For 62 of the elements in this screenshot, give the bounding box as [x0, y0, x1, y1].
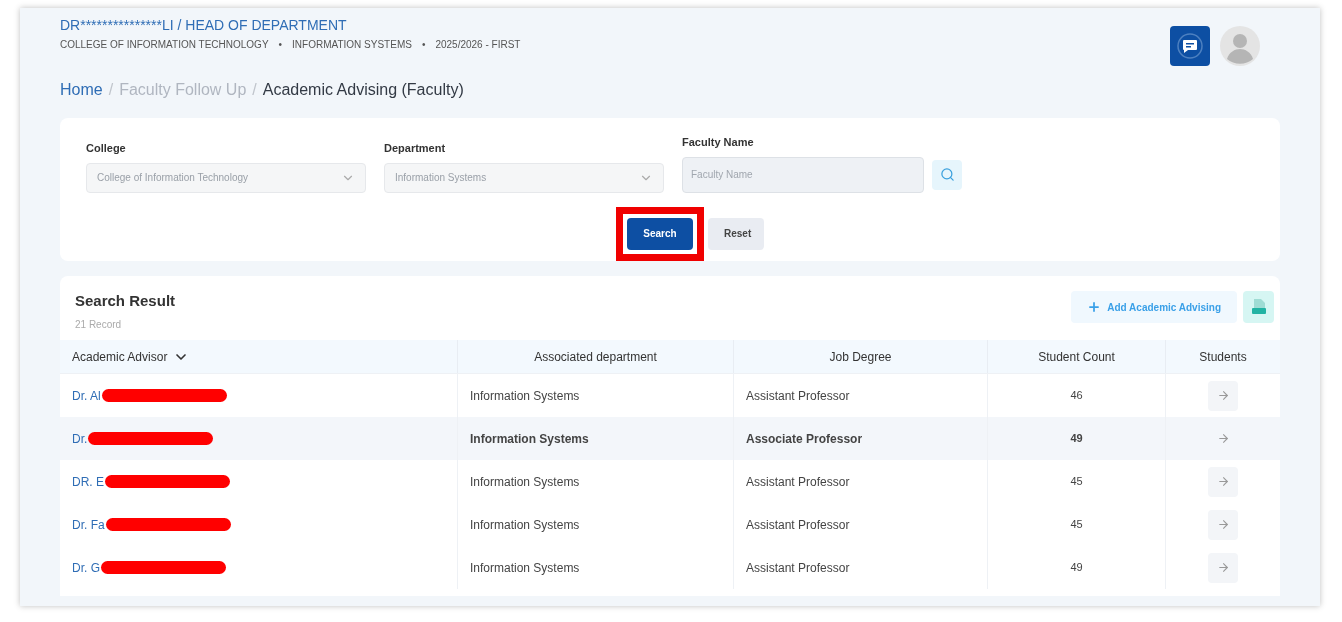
breadcrumb-separator: /	[108, 80, 114, 100]
spreadsheet-file-icon	[1251, 299, 1266, 315]
table-cell-text: Associate Professor	[746, 430, 863, 448]
chat-button[interactable]	[1170, 26, 1210, 66]
export-button[interactable]	[1243, 291, 1274, 323]
advisor-link[interactable]: Dr. Al	[72, 386, 101, 405]
arrow-right-icon	[1216, 561, 1230, 574]
separator-dot: •	[278, 38, 283, 52]
table-cell-text: Assistant Professor	[746, 559, 850, 577]
view-students-button[interactable]	[1208, 509, 1238, 540]
table-cell-text: Information Systems	[470, 473, 580, 491]
table-cell-text: 45	[1070, 474, 1083, 490]
table-cell-text: Assistant Professor	[746, 516, 850, 534]
view-students-button[interactable]	[1208, 552, 1238, 583]
field-label: College	[86, 141, 127, 156]
search-button[interactable]: Search	[627, 217, 693, 250]
advisor-link[interactable]: Dr. G	[72, 558, 100, 577]
reset-button[interactable]: Reset	[708, 217, 764, 250]
column-header[interactable]: Academic Advisor	[72, 347, 168, 366]
user-title: DR***************LI / HEAD OF DEPARTMENT	[60, 16, 348, 35]
add-button[interactable]: Add Academic Advising	[1071, 291, 1237, 323]
view-students-button[interactable]	[1208, 466, 1238, 497]
arrow-right-icon	[1216, 518, 1230, 531]
arrow-right-icon	[1216, 475, 1230, 488]
column-header: Associated department	[534, 348, 657, 366]
table-cell-text: Information Systems	[470, 559, 580, 577]
table-cell-text: Assistant Professor	[746, 387, 850, 405]
table-cell-text: 46	[1070, 388, 1083, 404]
field-label: Faculty Name	[682, 135, 755, 150]
table-cell-text: 45	[1070, 517, 1083, 533]
advisor-link[interactable]: Dr.	[72, 429, 88, 448]
plus-icon	[1087, 300, 1102, 314]
advisor-link[interactable]: Dr. Fa	[72, 515, 105, 534]
table-cell-text: Information Systems	[470, 387, 580, 405]
column-header: Job Degree	[829, 348, 892, 366]
table-cell-text: Information Systems	[470, 516, 580, 534]
table-cell-text: 49	[1070, 560, 1083, 576]
breadcrumb-item: Faculty Follow Up	[119, 80, 247, 100]
breadcrumb-separator: /	[252, 80, 257, 100]
table-cell-text: Assistant Professor	[746, 473, 850, 491]
arrow-right-icon	[1216, 389, 1230, 402]
advisor-link[interactable]: DR. E	[72, 472, 104, 491]
breadcrumb-item: Academic Advising (Faculty)	[262, 80, 464, 100]
record-count: 21 Record	[75, 317, 123, 332]
table-cell-text: Information Systems	[470, 430, 589, 448]
view-students-button[interactable]	[1208, 380, 1238, 411]
context-label: 2025/2026 - FIRST	[435, 38, 521, 52]
search-icon	[939, 167, 955, 182]
field-label: Department	[384, 141, 447, 156]
results-title: Search Result	[75, 291, 176, 311]
context-label: COLLEGE OF INFORMATION TECHNOLOGY	[60, 38, 269, 52]
column-header: Student Count	[1038, 348, 1115, 366]
arrow-right-icon	[1216, 432, 1230, 445]
separator-dot: •	[421, 38, 426, 52]
search-icon-button[interactable]	[932, 159, 962, 190]
faculty-name-field[interactable]: Faculty Name	[682, 156, 924, 193]
chat-icon	[1176, 32, 1204, 60]
context-label: INFORMATION SYSTEMS	[292, 38, 412, 52]
avatar-icon[interactable]	[1220, 26, 1260, 66]
breadcrumb-item[interactable]: Home	[60, 78, 103, 102]
table-cell-text: 49	[1070, 431, 1083, 447]
column-header: Students	[1199, 348, 1247, 366]
